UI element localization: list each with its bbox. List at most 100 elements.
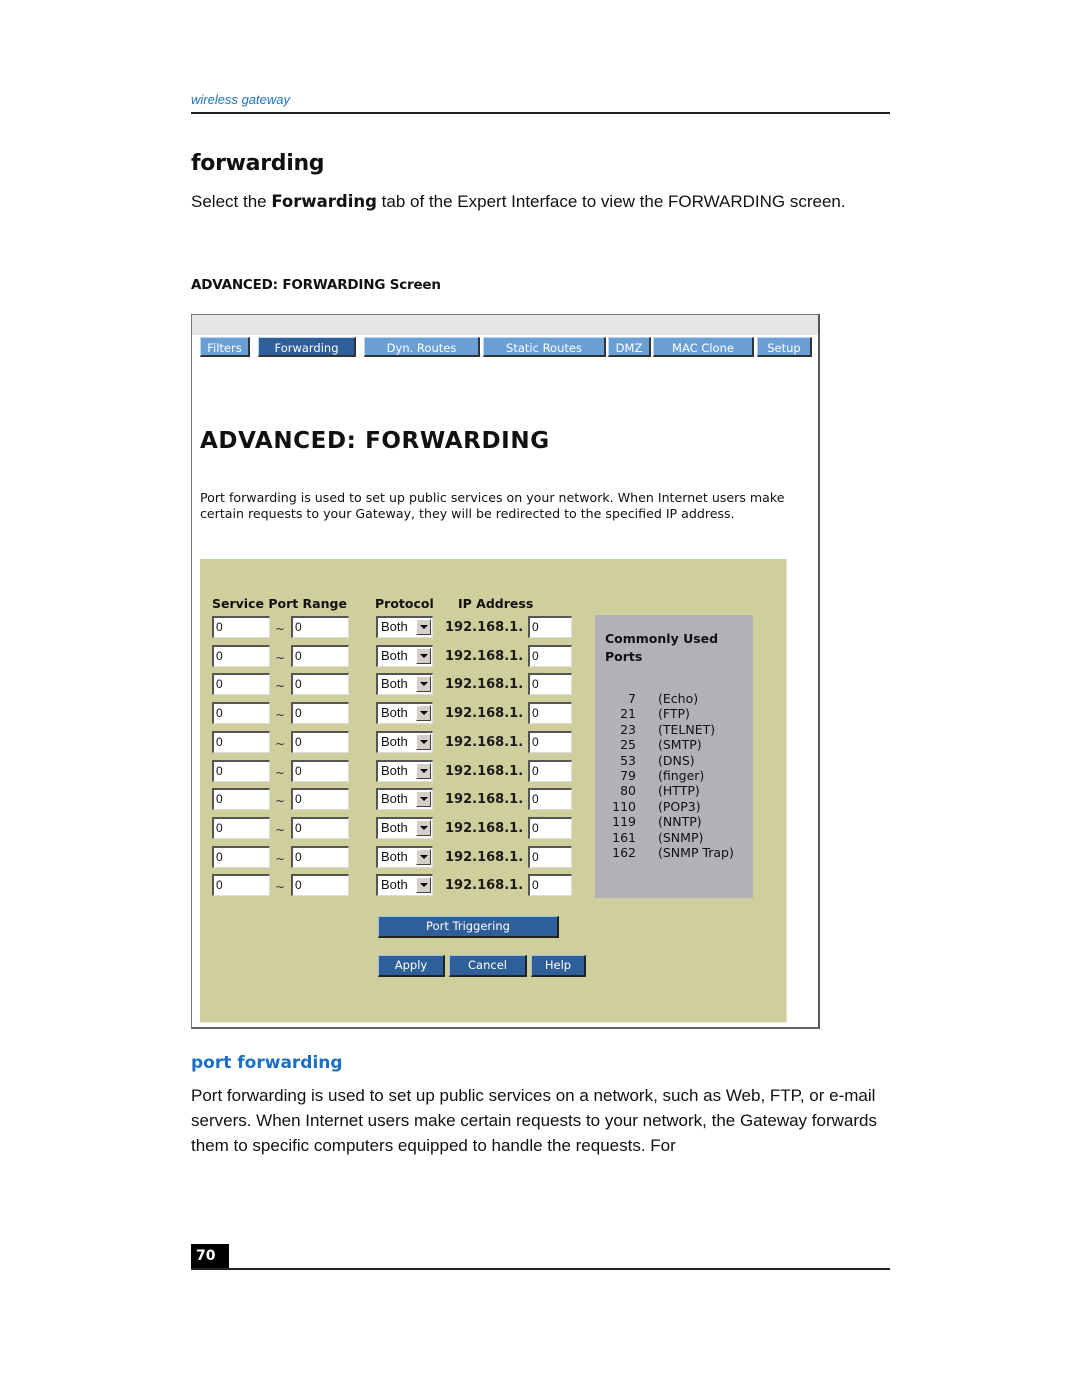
tab-static-routes[interactable]: Static Routes	[483, 337, 606, 357]
port-service-name: (NNTP)	[658, 814, 702, 830]
port-end-input[interactable]: 0	[291, 616, 349, 638]
protocol-select[interactable]: Both	[376, 788, 433, 811]
port-service-name: (DNS)	[658, 752, 695, 768]
tab-filters[interactable]: Filters	[200, 337, 250, 357]
port-start-input[interactable]: 0	[212, 616, 270, 638]
range-separator: ~	[275, 765, 286, 780]
forwarding-row: 0 ~0 Both 192.168.1. 0	[200, 816, 580, 841]
range-separator: ~	[275, 736, 286, 751]
tab-forwarding[interactable]: Forwarding	[258, 337, 356, 357]
ip-last-octet-input[interactable]: 0	[528, 702, 572, 725]
port-start-input[interactable]: 0	[212, 759, 270, 782]
cancel-button[interactable]: Cancel	[449, 955, 527, 977]
protocol-value: Both	[381, 619, 408, 634]
range-separator: ~	[275, 622, 286, 636]
apply-button[interactable]: Apply	[378, 955, 445, 977]
protocol-select[interactable]: Both	[376, 730, 433, 753]
port-number: 53	[620, 752, 636, 768]
ip-last-octet-input[interactable]: 0	[528, 730, 572, 753]
protocol-select[interactable]: Both	[376, 816, 433, 839]
ip-last-octet-input[interactable]: 0	[528, 616, 572, 638]
common-port-item: 162 (SNMP Trap)	[595, 845, 753, 860]
ip-last-octet-input[interactable]: 0	[528, 673, 572, 696]
common-port-item: 79 (finger)	[595, 768, 753, 783]
tab-dmz[interactable]: DMZ	[608, 337, 651, 357]
port-end-input[interactable]: 0	[291, 788, 349, 811]
range-separator: ~	[275, 822, 286, 837]
ip-prefix: 192.168.1.	[445, 706, 524, 722]
dropdown-arrow-icon[interactable]	[416, 819, 431, 836]
forwarding-row: 0 ~0 Both 192.168.1. 0	[200, 702, 580, 726]
protocol-select[interactable]: Both	[376, 673, 433, 696]
range-separator: ~	[275, 708, 286, 723]
common-port-item: 21 (FTP)	[595, 706, 753, 721]
protocol-value: Both	[381, 647, 408, 663]
port-start-input[interactable]: 0	[212, 673, 270, 696]
dropdown-arrow-icon[interactable]	[416, 848, 431, 865]
ip-last-octet-input[interactable]: 0	[528, 845, 572, 868]
dropdown-arrow-icon[interactable]	[416, 762, 431, 779]
port-number: 23	[620, 721, 636, 737]
port-number: 119	[612, 814, 636, 830]
port-service-name: (finger)	[658, 768, 705, 783]
dropdown-arrow-icon[interactable]	[416, 705, 431, 722]
column-header-ip-address: IP Address	[458, 596, 534, 611]
port-end-input[interactable]: 0	[291, 874, 349, 897]
port-end-input[interactable]: 0	[291, 845, 349, 868]
protocol-select[interactable]: Both	[376, 702, 433, 725]
common-port-item: 23 (TELNET)	[595, 722, 753, 737]
ip-last-octet-input[interactable]: 0	[528, 788, 572, 811]
tab-setup[interactable]: Setup	[757, 337, 812, 357]
protocol-select[interactable]: Both	[376, 874, 433, 897]
tab-dyn-routes[interactable]: Dyn. Routes	[364, 337, 480, 357]
dropdown-arrow-icon[interactable]	[416, 791, 431, 808]
screen-description: Port forwarding is used to set up public…	[200, 490, 785, 521]
column-header-service-port-range: Service Port Range	[212, 596, 347, 611]
port-end-input[interactable]: 0	[291, 730, 349, 753]
protocol-select[interactable]: Both	[376, 759, 433, 782]
protocol-value: Both	[381, 791, 408, 807]
body-paragraph: Port forwarding is used to set up public…	[191, 1086, 877, 1155]
forwarding-panel: Service Port Range Protocol IP Address 0…	[200, 559, 787, 1023]
dropdown-arrow-icon[interactable]	[416, 647, 431, 664]
dropdown-arrow-icon[interactable]	[416, 877, 431, 894]
port-start-input[interactable]: 0	[212, 730, 270, 753]
forwarding-row: 0 ~0 Both 192.168.1. 0	[200, 845, 580, 870]
protocol-select[interactable]: Both	[376, 845, 433, 868]
port-start-input[interactable]: 0	[212, 788, 270, 811]
port-triggering-button[interactable]: Port Triggering	[378, 916, 559, 938]
port-start-input[interactable]: 0	[212, 845, 270, 868]
range-separator: ~	[275, 794, 286, 809]
port-end-input[interactable]: 0	[291, 702, 349, 725]
screenshot-frame: Filters Forwarding Dyn. Routes Static Ro…	[191, 314, 820, 1029]
port-service-name: (FTP)	[658, 706, 690, 722]
range-separator: ~	[275, 851, 286, 866]
port-service-name: (HTTP)	[658, 783, 700, 799]
port-start-input[interactable]: 0	[212, 816, 270, 839]
help-button[interactable]: Help	[531, 955, 586, 977]
ip-last-octet-input[interactable]: 0	[528, 816, 572, 839]
protocol-select[interactable]: Both	[376, 644, 433, 667]
dropdown-arrow-icon[interactable]	[416, 733, 431, 750]
ip-prefix: 192.168.1.	[445, 620, 524, 635]
common-port-item: 80 (HTTP)	[595, 783, 753, 798]
port-start-input[interactable]: 0	[212, 644, 270, 667]
port-end-input[interactable]: 0	[291, 673, 349, 696]
dropdown-arrow-icon[interactable]	[416, 619, 431, 635]
dropdown-arrow-icon[interactable]	[416, 676, 431, 693]
page-number: 70	[191, 1244, 229, 1269]
ip-last-octet-input[interactable]: 0	[528, 874, 572, 897]
common-port-item: 119 (NNTP)	[595, 814, 753, 829]
ip-last-octet-input[interactable]: 0	[528, 644, 572, 667]
port-end-input[interactable]: 0	[291, 759, 349, 782]
ip-last-octet-input[interactable]: 0	[528, 759, 572, 782]
protocol-value: Both	[381, 877, 408, 893]
protocol-select[interactable]: Both	[376, 616, 433, 638]
port-end-input[interactable]: 0	[291, 644, 349, 667]
port-start-input[interactable]: 0	[212, 702, 270, 725]
port-end-input[interactable]: 0	[291, 816, 349, 839]
port-start-input[interactable]: 0	[212, 874, 270, 897]
port-number: 161	[612, 829, 636, 845]
tab-mac-clone[interactable]: MAC Clone	[653, 337, 754, 357]
port-number: 79	[620, 768, 636, 783]
